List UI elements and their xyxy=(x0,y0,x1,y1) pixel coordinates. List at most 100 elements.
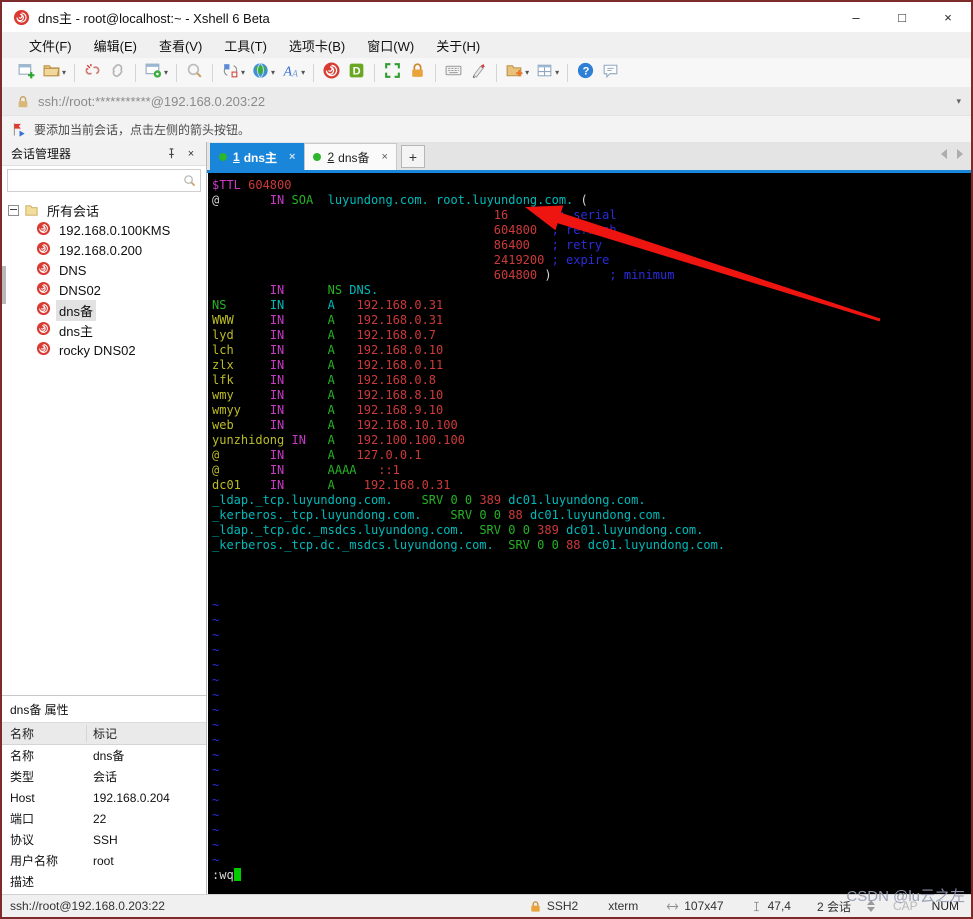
new-folder-button[interactable]: ▾ xyxy=(502,61,532,85)
minimize-button[interactable]: – xyxy=(833,2,879,32)
session-label: DNS02 xyxy=(59,282,101,298)
new-tab-button[interactable]: + xyxy=(400,145,425,168)
toolbar-separator xyxy=(212,63,214,82)
session-item-4[interactable]: DNS02 xyxy=(2,280,206,300)
session-label: 192.168.0.100KMS xyxy=(59,222,171,238)
session-item-7[interactable]: rocky DNS02 xyxy=(2,340,206,360)
terminal-text: IN xyxy=(269,388,285,402)
terminal-text: zlx xyxy=(212,358,234,372)
pin-icon[interactable] xyxy=(162,145,180,163)
session-properties-dropdown-icon[interactable]: ▾ xyxy=(164,68,168,77)
tree-expander-icon[interactable] xyxy=(8,204,19,216)
tree-root-all-sessions[interactable]: 所有会话 xyxy=(2,200,206,220)
session-item-3[interactable]: DNS xyxy=(2,260,206,280)
menu-bar: 文件(F) 编辑(E) 查看(V) 工具(T) 选项卡(B) 窗口(W) 关于(H) xyxy=(2,32,971,58)
terminal-text: wmyy xyxy=(212,403,241,417)
terminal-text: 0 0 xyxy=(508,523,530,537)
terminal-text: SRV xyxy=(421,493,444,507)
tab-close-icon[interactable]: × xyxy=(289,151,295,163)
property-row[interactable]: 端口 22 xyxy=(2,808,206,829)
property-row[interactable]: Host 192.168.0.204 xyxy=(2,787,206,808)
close-button[interactable]: × xyxy=(925,2,971,32)
menu-item-6[interactable]: 窗口(W) xyxy=(356,32,425,59)
fullscreen-icon xyxy=(383,61,402,85)
terminal-text: dc01.luyundong.com. xyxy=(587,538,726,552)
fullscreen-button[interactable] xyxy=(380,61,405,85)
encoding-dropdown-icon[interactable]: ▾ xyxy=(271,68,275,77)
address-dropdown-icon[interactable]: ▾ xyxy=(956,96,961,107)
tab-2[interactable]: 2 dns备 × xyxy=(304,143,397,170)
new-folder-dropdown-icon[interactable]: ▾ xyxy=(525,68,529,77)
terminal-screen[interactable]: $TTL 604800 @ IN SOA luyundong.com. root.… xyxy=(208,173,971,894)
new-session-button[interactable] xyxy=(14,61,39,85)
terminal-text: ~ xyxy=(212,598,220,612)
highlight-button[interactable] xyxy=(466,61,491,85)
session-search-box[interactable] xyxy=(7,169,201,192)
session-manager-title: 会话管理器 xyxy=(11,147,72,161)
menu-item-1[interactable]: 文件(F) xyxy=(18,32,83,59)
session-item-2[interactable]: 192.168.0.200 xyxy=(2,240,206,260)
session-search-input[interactable] xyxy=(12,172,183,189)
terminal-line: 16 ; serial xyxy=(212,208,971,223)
status-terminal-size[interactable]: 107x47 xyxy=(666,899,724,913)
svg-text:?: ? xyxy=(583,65,590,77)
feedback-button[interactable] xyxy=(598,61,623,85)
session-item-5[interactable]: dns备 xyxy=(2,299,206,321)
terminal-text: $TTL xyxy=(212,178,241,192)
menu-item-7[interactable]: 关于(H) xyxy=(425,32,491,59)
dock-handle[interactable] xyxy=(2,266,6,304)
terminal-text: @ xyxy=(212,463,220,477)
arrange-sessions-button[interactable]: ▾ xyxy=(218,61,248,85)
terminal-line: $TTL 604800 xyxy=(212,178,971,193)
info-message: 要添加当前会话，点击左侧的箭头按钮。 xyxy=(34,122,251,137)
open-session-button[interactable]: ▾ xyxy=(39,61,69,85)
address-url: ssh://root:***********@192.168.0.203:22 xyxy=(38,94,266,109)
tab-close-icon[interactable]: × xyxy=(382,151,388,163)
terminal-text: A xyxy=(327,298,335,312)
address-bar[interactable]: ssh://root:***********@192.168.0.203:22 … xyxy=(2,88,971,115)
session-icon xyxy=(36,261,56,279)
menu-item-5[interactable]: 选项卡(B) xyxy=(278,32,356,59)
help-button[interactable]: ? xyxy=(573,61,598,85)
property-row[interactable]: 描述 xyxy=(2,871,206,892)
terminal-text: A xyxy=(327,433,335,447)
menu-item-2[interactable]: 编辑(E) xyxy=(83,32,148,59)
terminal-text: 0 0 xyxy=(479,508,502,522)
property-row[interactable]: 协议 SSH xyxy=(2,829,206,850)
terminal-text: _kerberos._tcp.luyundong.com. xyxy=(212,508,422,522)
session-item-6[interactable]: dns主 xyxy=(2,320,206,340)
tab-scroll-left-icon[interactable] xyxy=(941,149,947,159)
session-item-1[interactable]: 192.168.0.100KMS xyxy=(2,220,206,240)
xftp-button[interactable]: D xyxy=(344,61,369,85)
property-row[interactable]: 类型 会话 xyxy=(2,766,206,787)
property-label: 用户名称 xyxy=(10,854,59,868)
maximize-button[interactable]: □ xyxy=(879,2,925,32)
tab-1[interactable]: 1 dns主 × xyxy=(210,143,305,170)
tile-windows-dropdown-icon[interactable]: ▾ xyxy=(555,68,559,77)
font-button[interactable]: A A ▾ xyxy=(278,61,308,85)
reconnect-button[interactable] xyxy=(105,61,130,85)
encoding-button[interactable]: ▾ xyxy=(248,61,278,85)
menu-item-3[interactable]: 查看(V) xyxy=(148,32,213,59)
session-properties-button[interactable]: ▾ xyxy=(141,61,171,85)
terminal-text: SRV xyxy=(450,508,473,522)
property-row[interactable]: 用户名称 root xyxy=(2,850,206,871)
property-row[interactable]: 名称 dns备 xyxy=(2,745,206,766)
menu-item-4[interactable]: 工具(T) xyxy=(213,32,278,59)
title-bar: dns主 - root@localhost:~ - Xshell 6 Beta … xyxy=(2,2,971,32)
terminal-text: 389 xyxy=(537,523,559,537)
find-button[interactable] xyxy=(182,61,207,85)
property-value: 192.168.0.204 xyxy=(93,790,170,805)
arrange-sessions-dropdown-icon[interactable]: ▾ xyxy=(241,68,245,77)
tab-scroll-right-icon[interactable] xyxy=(957,149,963,159)
virtual-keyboard-button[interactable] xyxy=(441,61,466,85)
disconnect-button[interactable] xyxy=(80,61,105,85)
tile-windows-button[interactable]: ▾ xyxy=(532,61,562,85)
open-session-dropdown-icon[interactable]: ▾ xyxy=(62,68,66,77)
terminal-line: @ IN AAAA ::1 xyxy=(212,463,971,478)
close-panel-icon[interactable]: × xyxy=(182,145,200,163)
xshell-button[interactable] xyxy=(319,61,344,85)
font-dropdown-icon[interactable]: ▾ xyxy=(301,68,305,77)
terminal-text: NS xyxy=(327,283,343,297)
lock-screen-button[interactable] xyxy=(405,61,430,85)
